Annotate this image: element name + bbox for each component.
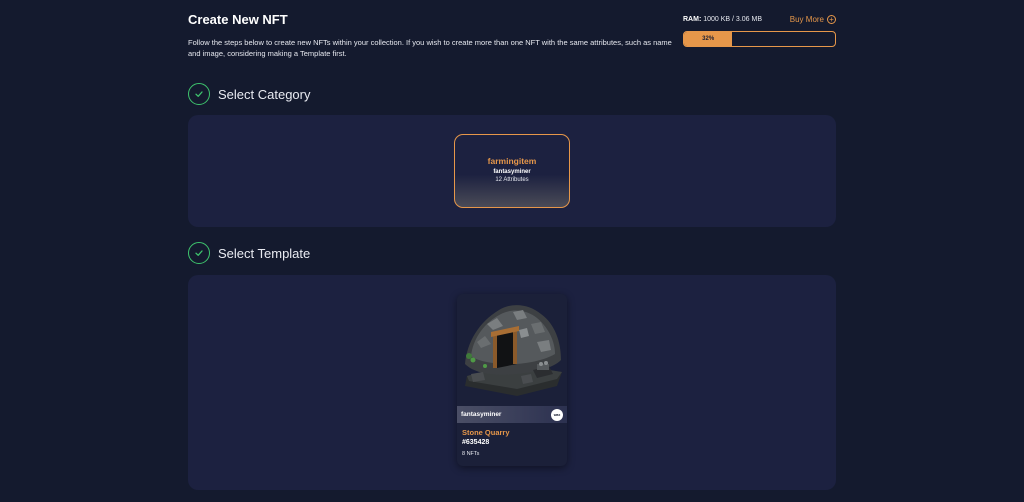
plus-circle-icon: +	[827, 14, 836, 24]
wax-logo-icon: wax	[551, 408, 563, 421]
template-count: 8 NFTs	[462, 451, 480, 457]
ram-usage-value: 1000 KB / 3.06 MB	[703, 15, 762, 23]
ram-row: RAM: 1000 KB / 3.06 MB Buy More +	[683, 13, 836, 25]
step-label: Select Template	[218, 245, 311, 261]
ram-percent-label: 32%	[702, 36, 715, 42]
stone-quarry-image	[465, 305, 562, 396]
step-label: Select Category	[218, 86, 311, 102]
category-card[interactable]: farmingitem fantasyminer 12 Attributes	[454, 134, 570, 208]
category-author: fantasyminer	[493, 169, 531, 175]
template-id: #635428	[462, 439, 490, 446]
check-circle-icon	[188, 242, 210, 264]
step-select-template: Select Template	[188, 242, 310, 264]
category-attributes: 12 Attributes	[495, 177, 529, 183]
ram-label: RAM:	[683, 15, 702, 23]
ram-progress-fill: 32%	[684, 32, 733, 46]
page-title: Create New NFT	[188, 12, 288, 27]
check-circle-icon	[188, 83, 210, 105]
template-author: fantasyminer	[461, 411, 502, 418]
category-name: farmingitem	[487, 156, 537, 166]
ram-usage: RAM: 1000 KB / 3.06 MB	[683, 16, 762, 23]
template-panel: fantasyminer wax Stone Quarry #635428 8 …	[188, 275, 836, 490]
template-card[interactable]: fantasyminer wax Stone Quarry #635428 8 …	[457, 294, 567, 466]
template-author-bar: fantasyminer wax	[457, 406, 567, 423]
buy-more-button[interactable]: Buy More +	[789, 14, 836, 24]
intro-text: Follow the steps below to create new NFT…	[188, 38, 672, 58]
buy-more-label: Buy More	[789, 14, 824, 24]
template-name: Stone Quarry	[462, 428, 510, 437]
ram-progress-bar: 32%	[683, 31, 836, 47]
category-panel: farmingitem fantasyminer 12 Attributes	[188, 115, 836, 227]
step-select-category: Select Category	[188, 83, 311, 105]
